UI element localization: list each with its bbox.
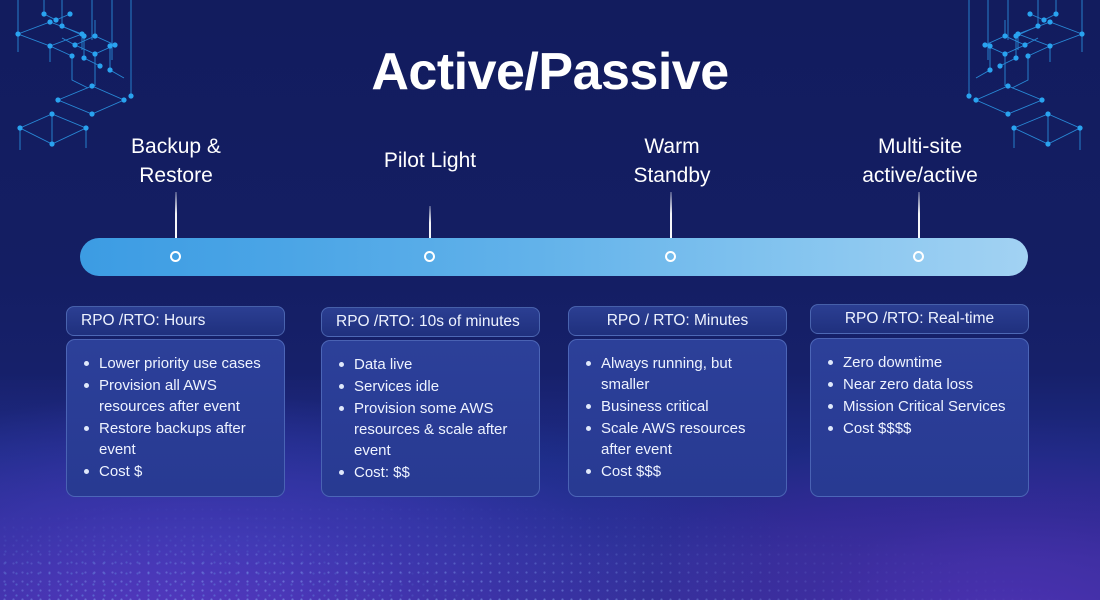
rpo-rto-header-0: RPO /RTO: Hours	[66, 306, 285, 336]
timeline-marker-2[interactable]	[665, 251, 676, 262]
detail-card-2: Always running, but smaller Business cri…	[568, 339, 787, 497]
timeline-marker-1[interactable]	[424, 251, 435, 262]
list-item: Scale AWS resources after event	[583, 418, 770, 460]
rpo-rto-header-2: RPO / RTO: Minutes	[568, 306, 787, 336]
detail-card-1: Data live Services idle Provision some A…	[321, 340, 540, 497]
background-dot-wave-secondary	[0, 480, 1100, 600]
stage-label-2: Warm Standby	[592, 132, 752, 190]
stage-label-2-line2: Standby	[633, 164, 711, 187]
bullet-list-3: Zero downtime Near zero data loss Missio…	[825, 352, 1012, 439]
list-item: Restore backups after event	[81, 418, 268, 460]
list-item: Cost $	[81, 461, 268, 482]
rpo-rto-label-0: RPO /RTO: Hours	[81, 312, 206, 329]
list-item: Zero downtime	[825, 352, 1012, 373]
list-item: Lower priority use cases	[81, 353, 268, 374]
timeline-marker-3[interactable]	[913, 251, 924, 262]
timeline-marker-0[interactable]	[170, 251, 181, 262]
list-item: Data live	[336, 354, 523, 375]
timeline-bar[interactable]	[80, 238, 1028, 276]
list-item: Near zero data loss	[825, 374, 1012, 395]
list-item: Provision some AWS resources & scale aft…	[336, 398, 523, 461]
list-item: Cost $$$	[583, 461, 770, 482]
detail-card-3: Zero downtime Near zero data loss Missio…	[810, 338, 1029, 497]
stage-label-0-line2: Restore	[139, 164, 213, 187]
list-item: Always running, but smaller	[583, 353, 770, 395]
rpo-rto-label-1: RPO /RTO: 10s of minutes	[336, 313, 520, 330]
rpo-rto-header-3: RPO /RTO: Real-time	[810, 304, 1029, 334]
bullet-list-1: Data live Services idle Provision some A…	[336, 354, 523, 483]
rpo-rto-label-3: RPO /RTO: Real-time	[844, 310, 995, 327]
stage-label-1: Pilot Light	[350, 146, 510, 175]
page-title: Active/Passive	[371, 43, 729, 101]
list-item: Mission Critical Services	[825, 396, 1012, 417]
list-item: Provision all AWS resources after event	[81, 375, 268, 417]
list-item: Cost $$$$	[825, 418, 1012, 439]
detail-card-0: Lower priority use cases Provision all A…	[66, 339, 285, 497]
stage-label-0: Backup & Restore	[96, 132, 256, 190]
slide-canvas: Active/Passive Backup & Restore Pilot Li…	[0, 0, 1100, 600]
stage-label-3: Multi-site active/active	[834, 132, 1006, 190]
bullet-list-0: Lower priority use cases Provision all A…	[81, 353, 268, 482]
stage-label-2-line1: Warm	[644, 135, 700, 158]
rpo-rto-header-1: RPO /RTO: 10s of minutes	[321, 307, 540, 337]
list-item: Cost: $$	[336, 462, 523, 483]
rpo-rto-label-2: RPO / RTO: Minutes	[606, 312, 749, 329]
list-item: Services idle	[336, 376, 523, 397]
stage-label-1-line1: Pilot Light	[383, 149, 477, 172]
stage-label-3-line2: active/active	[862, 164, 978, 187]
bullet-list-2: Always running, but smaller Business cri…	[583, 353, 770, 482]
stage-label-3-line1: Multi-site	[877, 135, 962, 158]
list-item: Business critical	[583, 396, 770, 417]
stage-label-0-line1: Backup &	[131, 135, 221, 158]
